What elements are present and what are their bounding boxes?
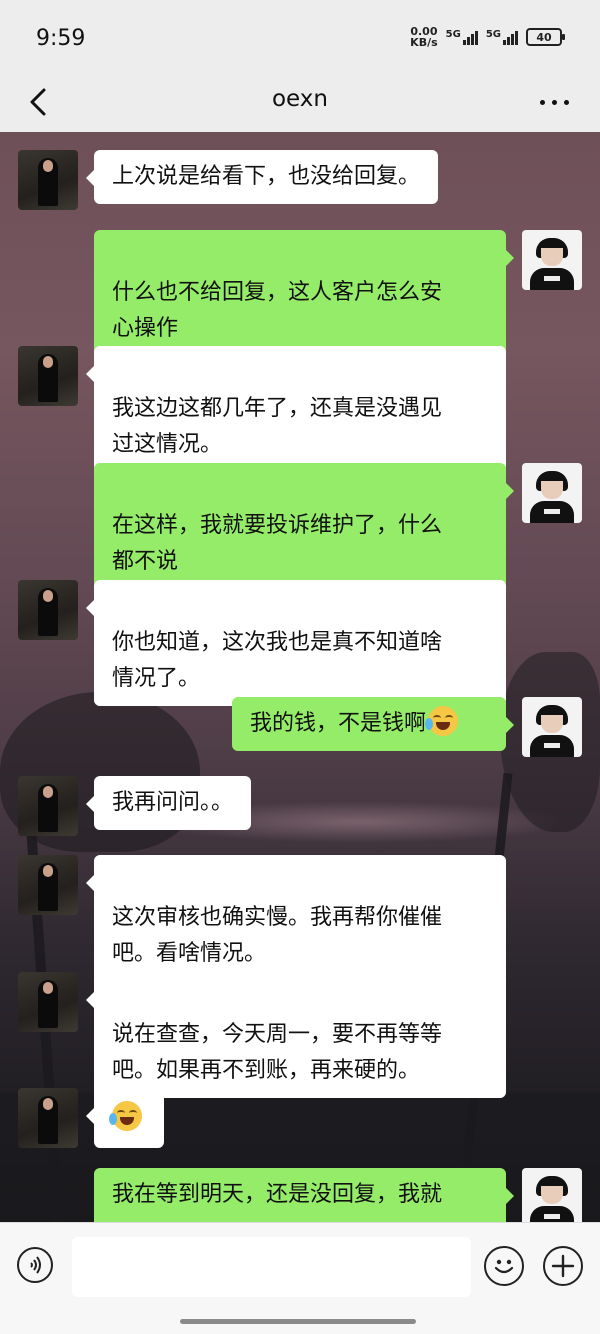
emoji-button[interactable] [484, 1246, 524, 1286]
contact-avatar[interactable] [18, 346, 78, 406]
message-bubble[interactable]: 我在等到明天，还是没回复，我就 [94, 1168, 514, 1222]
message-text: 我在等到明天，还是没回复，我就 [112, 1182, 443, 1207]
home-indicator [180, 1319, 416, 1324]
network-speed: 0.00 KB/s [410, 26, 437, 48]
message-bubble[interactable]: 我再问问。。 [85, 776, 252, 830]
battery-icon: 40 [526, 28, 565, 46]
chat-title: oexn [271, 86, 328, 112]
status-indicators: 0.00 KB/s 5G 5G 40 [410, 26, 565, 48]
contact-avatar[interactable] [18, 1088, 78, 1148]
emoji-smile-icon [494, 1259, 514, 1274]
message-bubble[interactable]: 上次说是给看下，也没给回复。 [85, 150, 439, 204]
message-text: 我的钱，不是钱啊 [250, 711, 427, 736]
message-text: 这次审核也确实慢。我再帮你催催 吧。看啥情况。 [112, 905, 443, 966]
more-dots-icon [540, 99, 545, 105]
message-bubble[interactable]: 说在查查，今天周一，要不再等等 吧。如果再不到账，再来硬的。 [86, 972, 506, 1098]
message-text: 你也知道，这次我也是真不知道啥 情况了。 [112, 630, 443, 691]
user-avatar[interactable] [522, 697, 582, 757]
message-bubble[interactable]: 我这边这都几年了，还真是没遇见 过这情况。 [86, 346, 506, 472]
status-bar: 9:59 0.00 KB/s 5G 5G 40 [0, 0, 600, 72]
input-bar [0, 1222, 600, 1334]
chat-header: oexn [0, 72, 600, 132]
crying-laughing-emoji-icon [109, 1101, 142, 1131]
signal-icon-2: 5G [486, 29, 518, 45]
voice-icon [30, 1256, 41, 1274]
message-bubble[interactable]: 这次审核也确实慢。我再帮你催催 吧。看啥情况。 [86, 855, 506, 981]
message-text: 在这样，我就要投诉维护了，什么 都不说 [112, 513, 443, 574]
user-avatar[interactable] [522, 1168, 582, 1222]
message-text: 我这边这都几年了，还真是没遇见 过这情况。 [112, 396, 443, 457]
status-time: 9:59 [36, 26, 86, 51]
plus-button[interactable] [543, 1246, 583, 1286]
contact-avatar[interactable] [18, 580, 78, 640]
network-speed-unit: KB/s [410, 36, 438, 49]
voice-button[interactable] [17, 1247, 53, 1283]
chat-area[interactable]: 上次说是给看下，也没给回复。 什么也不给回复，这人客户怎么安 心操作 我这边这都… [0, 132, 600, 1222]
contact-avatar[interactable] [18, 150, 78, 210]
user-avatar[interactable] [522, 463, 582, 523]
message-text: 什么也不给回复，这人客户怎么安 心操作 [112, 280, 443, 341]
crying-laughing-emoji-icon [425, 706, 459, 736]
contact-avatar[interactable] [18, 972, 78, 1032]
contact-avatar[interactable] [18, 855, 78, 915]
message-bubble[interactable]: 我的钱，不是钱啊 [232, 697, 514, 751]
contact-avatar[interactable] [18, 776, 78, 836]
message-input[interactable] [72, 1237, 471, 1297]
user-avatar[interactable] [522, 230, 582, 290]
message-bubble[interactable] [86, 1088, 164, 1148]
signal-icon-1: 5G [446, 29, 478, 45]
message-bubble[interactable]: 在这样，我就要投诉维护了，什么 都不说 [94, 463, 514, 589]
more-button[interactable] [540, 92, 574, 112]
plus-icon [551, 1254, 575, 1278]
signal-label-2: 5G [485, 29, 501, 40]
signal-label-1: 5G [445, 29, 461, 40]
message-bubble[interactable]: 你也知道，这次我也是真不知道啥 情况了。 [86, 580, 506, 706]
message-text: 上次说是给看下，也没给回复。 [112, 164, 421, 189]
message-bubble[interactable]: 什么也不给回复，这人客户怎么安 心操作 [94, 230, 514, 356]
message-text: 说在查查，今天周一，要不再等等 吧。如果再不到账，再来硬的。 [112, 1022, 443, 1083]
message-text: 我再问问。。 [112, 790, 234, 815]
